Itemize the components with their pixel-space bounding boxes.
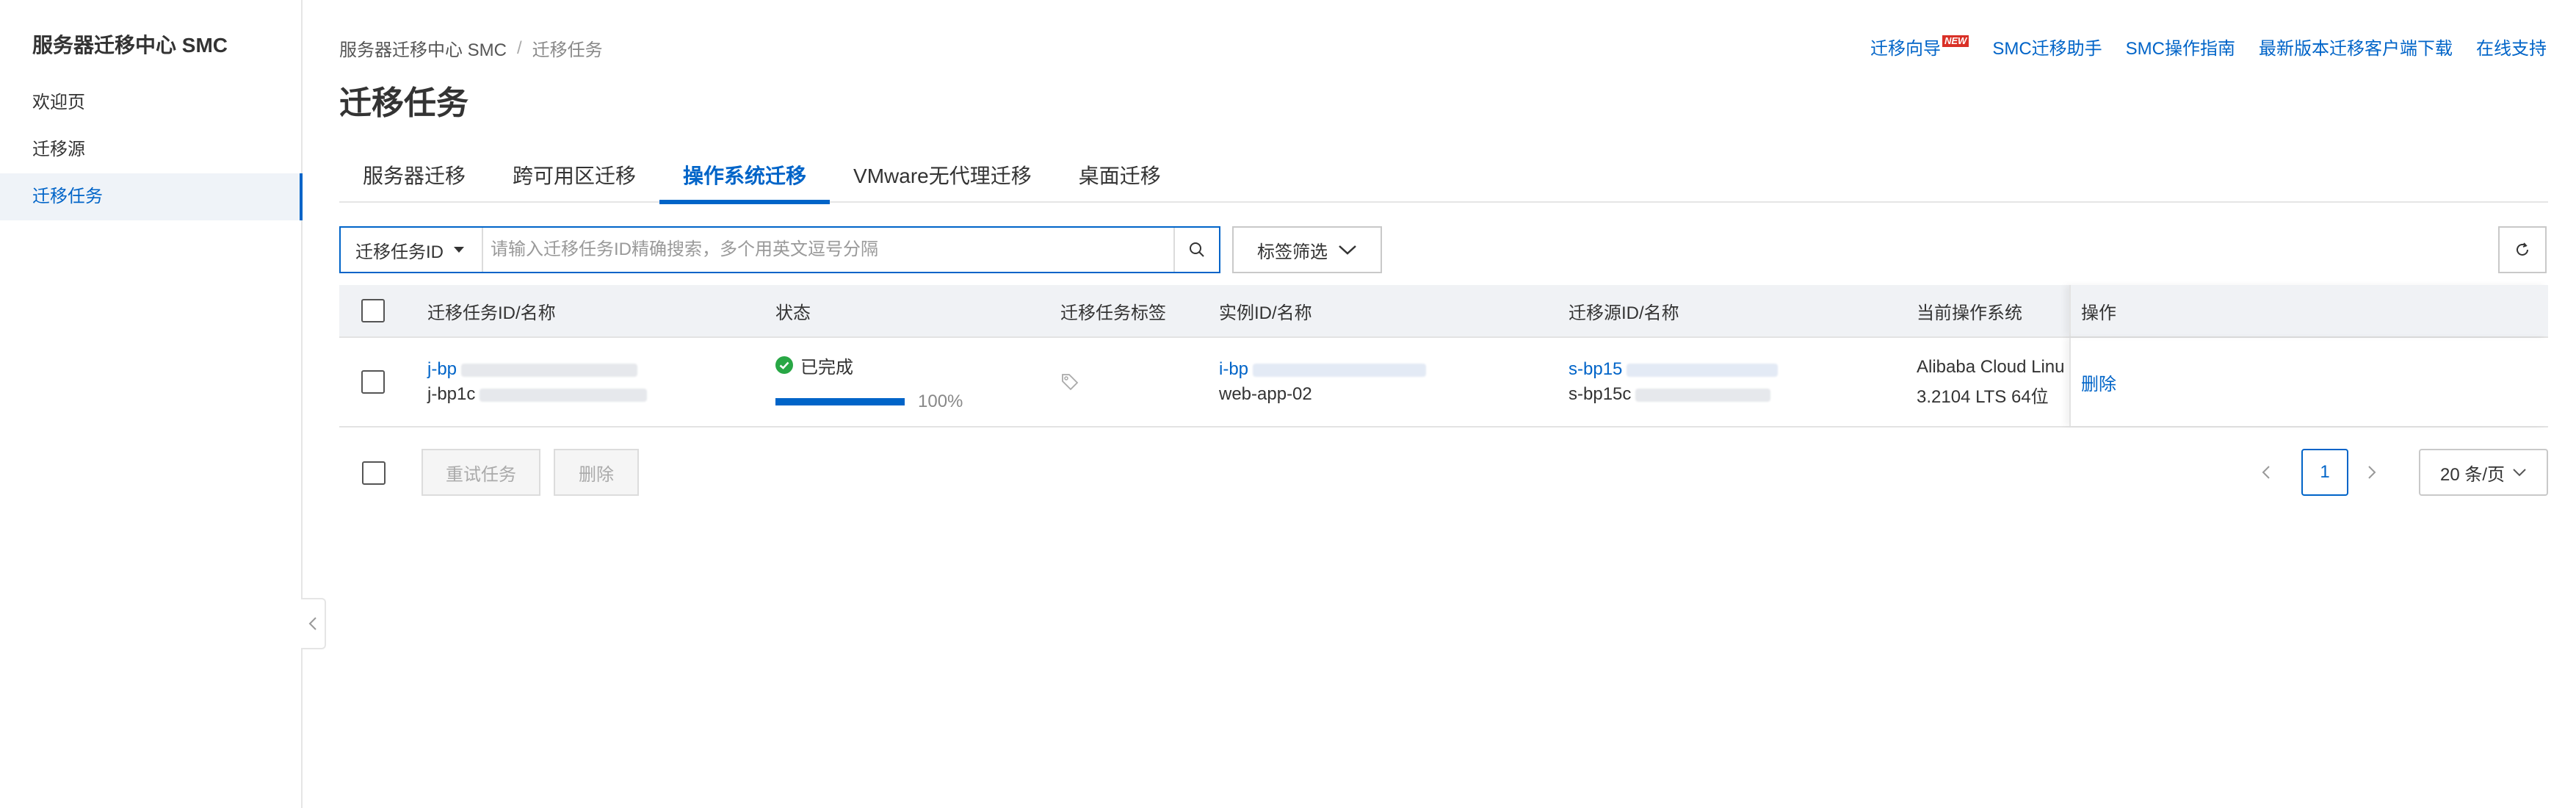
chevron-left-icon <box>2262 466 2270 479</box>
tab-bar: 服务器迁移 跨可用区迁移 操作系统迁移 VMware无代理迁移 桌面迁移 <box>339 154 2548 204</box>
redacted-text <box>1635 388 1771 402</box>
retry-task-button[interactable]: 重试任务 <box>422 449 540 496</box>
task-id-link[interactable]: j-bp <box>427 359 457 379</box>
chevron-down-icon <box>1339 245 1356 255</box>
col-task-tags: 迁移任务标签 <box>1060 303 1166 323</box>
product-title: 服务器迁移中心 SMC <box>32 34 228 57</box>
migration-guide-label: 迁移向导 <box>1870 39 1941 59</box>
row-checkbox[interactable] <box>361 370 385 394</box>
caret-down-icon <box>454 247 464 253</box>
breadcrumb-current: 迁移任务 <box>532 40 603 60</box>
new-badge: NEW <box>1942 35 1969 47</box>
tag-filter-label: 标签筛选 <box>1257 242 1328 262</box>
status-text: 已完成 <box>800 357 853 378</box>
batch-delete-button[interactable]: 删除 <box>554 449 639 496</box>
search-type-select[interactable]: 迁移任务ID <box>341 228 483 272</box>
instance-name: web-app-02 <box>1219 384 1312 404</box>
current-os-line2: 3.2104 LTS 64位 <box>1917 386 2049 407</box>
smc-assistant-link[interactable]: SMC迁移助手 <box>1992 34 2102 59</box>
tab-server-migration[interactable]: 服务器迁移 <box>339 154 489 203</box>
source-id-link[interactable]: s-bp15 <box>1569 359 1622 379</box>
breadcrumb-root[interactable]: 服务器迁移中心 SMC <box>339 35 507 61</box>
online-support-link[interactable]: 在线支持 <box>2476 34 2547 59</box>
tag-icon[interactable] <box>1060 372 1079 392</box>
col-source: 迁移源ID/名称 <box>1569 303 1679 323</box>
tab-desktop-migration[interactable]: 桌面迁移 <box>1055 154 1184 203</box>
chevron-right-icon <box>2368 466 2376 479</box>
redacted-text <box>1253 363 1427 377</box>
col-task-id: 迁移任务ID/名称 <box>427 303 556 323</box>
source-name: s-bp15c <box>1569 384 1632 404</box>
search-icon <box>1190 242 1204 257</box>
table-row: j-bp j-bp1c 已完成 100% i-bp web-app-02 s-b… <box>339 338 2548 428</box>
col-actions: 操作 <box>2081 303 2116 323</box>
col-instance: 实例ID/名称 <box>1219 303 1312 323</box>
status-completed: 已完成 <box>775 353 963 378</box>
sidebar: 服务器迁移中心 SMC 欢迎页 迁移源 迁移任务 <box>0 0 303 808</box>
client-download-link[interactable]: 最新版本迁移客户端下载 <box>2259 34 2453 59</box>
page-size-label: 20 条/页 <box>2439 464 2506 485</box>
progress-text: 100% <box>918 391 963 411</box>
progress-bar: 100% <box>775 392 963 412</box>
page-title: 迁移任务 <box>339 85 468 121</box>
redacted-text <box>1627 363 1779 377</box>
breadcrumb: 服务器迁移中心 SMC / 迁移任务 <box>339 35 603 61</box>
search-button[interactable] <box>1173 228 1219 272</box>
top-links: 迁移向导 NEW SMC迁移助手 SMC操作指南 最新版本迁移客户端下载 在线支持 <box>1847 34 2547 59</box>
tab-os-migration[interactable]: 操作系统迁移 <box>659 154 831 204</box>
current-os-line1: Alibaba Cloud Linu <box>1917 356 2065 377</box>
breadcrumb-separator: / <box>517 37 522 58</box>
instance-id-link[interactable]: i-bp <box>1219 359 1248 379</box>
tab-cross-zone-migration[interactable]: 跨可用区迁移 <box>489 154 659 203</box>
task-name: j-bp1c <box>427 384 476 404</box>
footer-select-all-checkbox[interactable] <box>362 461 386 485</box>
chevron-down-icon <box>2513 469 2526 477</box>
delete-action-link[interactable]: 删除 <box>2081 369 2116 395</box>
chevron-left-icon <box>308 617 316 630</box>
redacted-text <box>480 388 648 402</box>
redacted-text <box>461 363 638 377</box>
sidebar-collapse-button[interactable] <box>301 598 326 649</box>
page-size-select[interactable]: 20 条/页 <box>2419 449 2548 496</box>
tab-vmware-agentless-migration[interactable]: VMware无代理迁移 <box>830 154 1055 203</box>
sidebar-item-tasks[interactable]: 迁移任务 <box>0 173 303 220</box>
table-header: 迁移任务ID/名称 状态 迁移任务标签 实例ID/名称 迁移源ID/名称 当前操… <box>339 285 2548 338</box>
page-number-current[interactable]: 1 <box>2301 449 2348 496</box>
progress-fill <box>775 397 905 405</box>
search-bar: 迁移任务ID <box>339 226 1220 273</box>
col-current-os: 当前操作系统 <box>1917 303 2022 323</box>
select-all-checkbox[interactable] <box>361 299 385 322</box>
migration-guide-link[interactable]: 迁移向导 NEW <box>1870 34 1969 59</box>
prev-page-button[interactable] <box>2250 449 2282 496</box>
task-table: 迁移任务ID/名称 状态 迁移任务标签 实例ID/名称 迁移源ID/名称 当前操… <box>339 285 2548 428</box>
col-status: 状态 <box>775 303 811 323</box>
check-circle-icon <box>775 356 793 374</box>
search-input[interactable] <box>483 228 1173 271</box>
search-type-label: 迁移任务ID <box>355 242 444 262</box>
next-page-button[interactable] <box>2356 449 2388 496</box>
smc-manual-link[interactable]: SMC操作指南 <box>2126 34 2235 59</box>
refresh-icon <box>2517 242 2528 256</box>
sidebar-item-welcome[interactable]: 欢迎页 <box>0 79 301 126</box>
tag-filter-button[interactable]: 标签筛选 <box>1232 226 1382 273</box>
refresh-button[interactable] <box>2498 226 2547 273</box>
sidebar-item-sources[interactable]: 迁移源 <box>0 126 301 173</box>
